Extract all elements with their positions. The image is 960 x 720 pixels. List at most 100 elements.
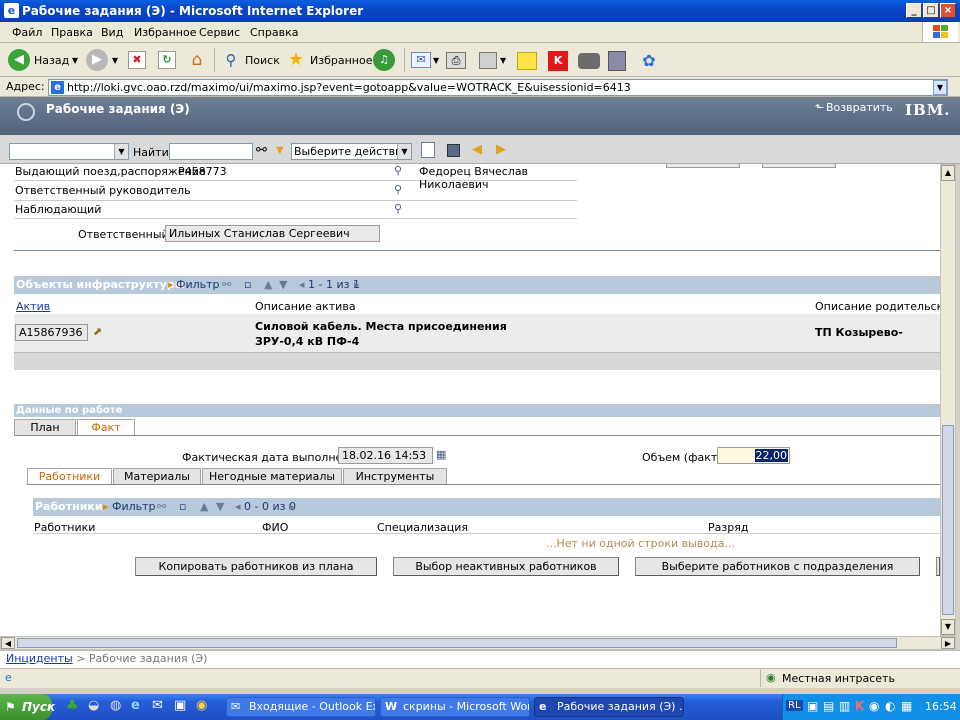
- filter-arrow-icon[interactable]: ▸: [103, 498, 109, 515]
- sort-up-icon[interactable]: ▲: [200, 498, 208, 515]
- quicklaunch-icon[interactable]: ◒: [88, 698, 99, 713]
- tray-icon[interactable]: ▣: [807, 699, 818, 713]
- favorites-star-icon[interactable]: ★: [286, 50, 306, 70]
- clear-filter-icon[interactable]: ⚯: [157, 498, 166, 515]
- sort-down-icon[interactable]: ▼: [216, 498, 224, 515]
- infra-filter-button[interactable]: Фильтр: [176, 276, 220, 293]
- menu-favorites[interactable]: Избранное: [134, 26, 196, 39]
- quicklaunch-icon[interactable]: ✉: [152, 698, 163, 713]
- print-icon[interactable]: ⎙: [446, 52, 466, 69]
- clear-filter-icon[interactable]: ⚯: [222, 276, 231, 293]
- return-link[interactable]: Возвратить: [826, 101, 893, 114]
- horizontal-scrollbar[interactable]: ◀ ▶: [0, 636, 956, 650]
- ie-quicklaunch-icon[interactable]: e: [131, 698, 140, 713]
- next-page-icon[interactable]: ▸: [354, 276, 360, 293]
- scroll-up-icon[interactable]: ▲: [941, 165, 955, 181]
- forward-dropdown-icon[interactable]: ▼: [112, 56, 118, 65]
- address-input[interactable]: http://loki.gvc.oao.rzd/maximo/ui/maximo…: [48, 79, 948, 96]
- volume-field[interactable]: 22,00: [717, 447, 790, 464]
- note-icon[interactable]: [517, 52, 537, 70]
- previous-record-icon[interactable]: ◀: [472, 142, 482, 157]
- search-button-label[interactable]: Поиск: [245, 54, 280, 67]
- task-ie[interactable]: e Рабочие задания (Э) ...: [534, 697, 684, 717]
- next-record-icon[interactable]: ▶: [496, 142, 506, 157]
- tab-workers[interactable]: Работники: [27, 468, 112, 484]
- home-icon[interactable]: ⌂: [187, 50, 207, 70]
- scroll-right-icon[interactable]: ▶: [941, 637, 955, 649]
- next-page-icon[interactable]: ▸: [289, 498, 295, 515]
- tray-icon[interactable]: ▥: [839, 699, 850, 713]
- chevron-down-icon[interactable]: ▼: [114, 144, 128, 159]
- edit-icon[interactable]: [479, 52, 497, 69]
- select-icon[interactable]: ▫: [244, 276, 251, 293]
- search-icon[interactable]: ⚲: [221, 50, 241, 70]
- close-button[interactable]: ×: [940, 3, 956, 18]
- mail-icon[interactable]: ✉: [411, 52, 431, 68]
- menu-tools[interactable]: Сервис: [199, 26, 240, 39]
- responsible-field[interactable]: Ильиных Станислав Сергеевич: [165, 225, 380, 242]
- media-icon[interactable]: ♫: [373, 49, 395, 71]
- sort-down-icon[interactable]: ▼: [279, 276, 287, 293]
- workers-filter-button[interactable]: Фильтр: [112, 498, 156, 515]
- kaspersky-tray-icon[interactable]: K: [855, 699, 864, 713]
- tab-fact[interactable]: Факт: [77, 419, 135, 435]
- actual-date-field[interactable]: 18.02.16 14:53: [338, 447, 433, 464]
- select-inactive-workers-button[interactable]: Выбор неактивных работников: [393, 557, 619, 576]
- tray-icon[interactable]: ▤: [823, 699, 834, 713]
- back-button-label[interactable]: Назад: [34, 54, 69, 67]
- breadcrumb-incidents-link[interactable]: Инциденты: [6, 652, 73, 665]
- address-dropdown-icon[interactable]: ▼: [933, 80, 947, 95]
- edit-dropdown-icon[interactable]: ▼: [500, 56, 506, 65]
- select-dept-workers-button[interactable]: Выберите работников с подразделения: [635, 557, 920, 576]
- menu-view[interactable]: Вид: [101, 26, 123, 39]
- scroll-thumb[interactable]: [942, 425, 954, 615]
- tray-icon[interactable]: ◐: [885, 699, 895, 713]
- vertical-scrollbar[interactable]: ▲ ▼: [940, 164, 956, 636]
- prev-page-icon[interactable]: ◂: [299, 276, 305, 293]
- calendar-icon[interactable]: ▦: [436, 448, 446, 461]
- binoculars-icon[interactable]: ⚯: [256, 143, 267, 158]
- filter-arrow-icon[interactable]: ▸: [168, 276, 174, 293]
- quicklaunch-icon[interactable]: ▣: [174, 698, 186, 713]
- minimize-button[interactable]: _: [906, 3, 922, 18]
- tab-plan[interactable]: План: [14, 419, 76, 435]
- kaspersky-icon[interactable]: K: [548, 51, 568, 71]
- favorites-button-label[interactable]: Избранное: [310, 54, 372, 67]
- asset-field[interactable]: А15867936: [15, 324, 88, 341]
- scroll-down-icon[interactable]: ▼: [941, 619, 955, 635]
- quicklaunch-icon[interactable]: ◍: [110, 698, 121, 713]
- find-input[interactable]: [169, 143, 253, 160]
- lookup-icon[interactable]: ⚲: [394, 202, 402, 215]
- prev-page-icon[interactable]: ◂: [235, 498, 241, 515]
- back-arrow-icon[interactable]: ◀: [8, 49, 30, 71]
- lookup-icon[interactable]: ⚲: [394, 183, 402, 196]
- column-asset[interactable]: Актив: [16, 300, 50, 313]
- refresh-icon[interactable]: ↻: [158, 51, 176, 69]
- messenger-icon[interactable]: [578, 53, 600, 69]
- menu-help[interactable]: Справка: [250, 26, 298, 39]
- sort-up-icon[interactable]: ▲: [264, 276, 272, 293]
- task-outlook[interactable]: ✉ Входящие - Outlook Exp...: [226, 697, 376, 717]
- tray-icon[interactable]: ◉: [869, 699, 879, 713]
- return-arrow-icon[interactable]: ⬑: [815, 101, 824, 114]
- lookup-icon[interactable]: ⚲: [394, 164, 402, 177]
- start-button[interactable]: ⚑ Пуск: [0, 694, 55, 720]
- menu-file[interactable]: Файл: [12, 26, 42, 39]
- tray-icon[interactable]: ▦: [901, 699, 912, 713]
- back-dropdown-icon[interactable]: ▼: [72, 56, 78, 65]
- hscroll-thumb[interactable]: [17, 638, 897, 648]
- tree-icon[interactable]: ♣: [66, 698, 79, 714]
- forward-arrow-icon[interactable]: ▶: [86, 49, 108, 71]
- new-record-icon[interactable]: [421, 142, 435, 158]
- maximize-button[interactable]: □: [923, 3, 939, 18]
- tab-materials[interactable]: Материалы: [113, 468, 201, 484]
- menu-edit[interactable]: Правка: [51, 26, 93, 39]
- scroll-left-icon[interactable]: ◀: [1, 637, 15, 649]
- select-icon[interactable]: ▫: [179, 498, 186, 515]
- save-icon[interactable]: [447, 144, 460, 157]
- task-word[interactable]: W скрины - Microsoft Word: [380, 697, 530, 717]
- chevron-down-icon[interactable]: ▼: [397, 144, 411, 159]
- mail-dropdown-icon[interactable]: ▼: [433, 56, 439, 65]
- action-select[interactable]: Выберите действие ▼: [291, 143, 412, 160]
- quicklaunch-icon[interactable]: ◉: [196, 698, 207, 713]
